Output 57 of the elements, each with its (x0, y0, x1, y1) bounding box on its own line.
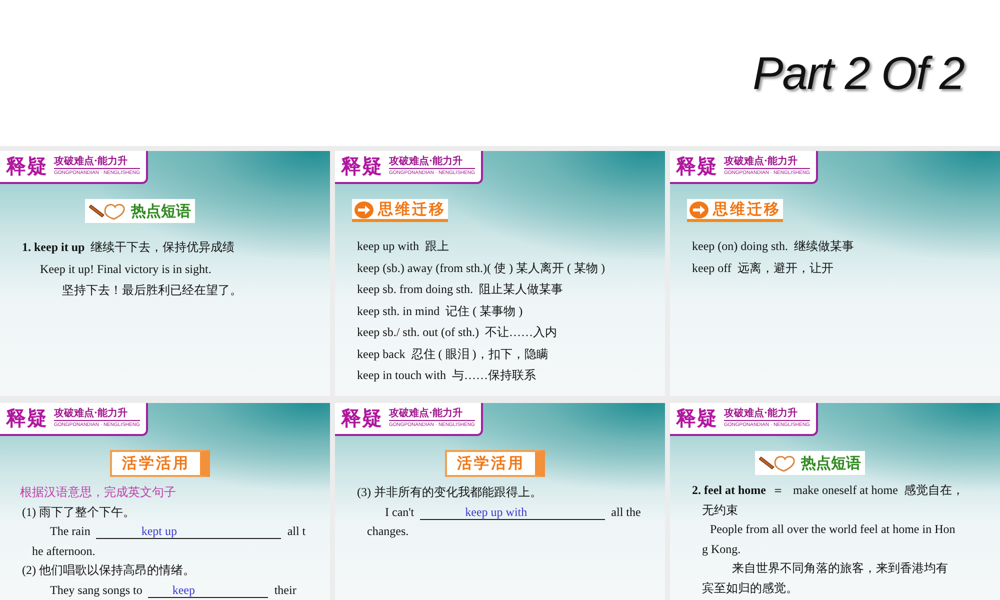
badge-subtitle: 攻破难点·能力升 (54, 156, 140, 168)
arrow-circle-icon (354, 200, 374, 218)
badge-title: 释疑 (341, 152, 383, 180)
section-heading: 思维迁移 (378, 200, 446, 219)
sentence-text: They sang songs to (50, 582, 142, 596)
sentence-text: I can't (385, 504, 414, 518)
slide-text: keep (sb.) away (from sth.)( 使 ) 某人离开 ( 某物 ) (356, 260, 606, 277)
badge-subtitle: 攻破难点·能力升 (724, 156, 810, 168)
sentence-text: The rain (50, 524, 90, 538)
sentence-text: all the (611, 504, 641, 518)
slide-text: keep up with 跟上 (356, 238, 450, 255)
section-heading: 活学活用 (457, 454, 525, 473)
slide-text: g Kong. (701, 540, 742, 558)
slide-text: keep off 远离，避开，让开 (691, 260, 834, 276)
page-title: Part 2 Of 2 (752, 46, 964, 100)
badge-title: 释疑 (341, 404, 383, 432)
slide-text: keep sb./ sth. out (of sth.) 不让……入内 (356, 324, 558, 341)
slide-text: 2. feel at home ＝ make oneself at home 感觉自在， (691, 482, 965, 499)
instruction-text: 根据汉语意思，完成英文句子 (19, 484, 177, 501)
slide-text: 无约束 (701, 502, 739, 518)
slide-text: Keep it up! Final victory is in sight. (39, 260, 212, 278)
section-heading: 活学活用 (122, 454, 190, 473)
pencil-heart-icon (759, 453, 797, 473)
slide-text: People from all over the world feel at home in Hon (709, 521, 956, 538)
arrow-circle-icon (689, 200, 709, 218)
section-heading: 思维迁移 (713, 200, 781, 219)
sentence-text: all t (287, 524, 306, 538)
answer-blank: keep (148, 584, 268, 598)
badge-title: 释疑 (676, 152, 718, 180)
slide-text: he afternoon. (31, 542, 96, 560)
slide-text: keep back 忍住 ( 眼泪 )，扣下，隐瞒 (356, 346, 550, 362)
answer-blank: kept up (96, 525, 282, 539)
slide-text: 宾至如归的感觉。 (701, 580, 799, 596)
badge-subtitle: 攻破难点·能力升 (54, 408, 140, 420)
slide-text: 1. keep it up 继续干下去，保持优异成绩 (21, 239, 236, 256)
slide-text: keep in touch with 与……保持联系 (356, 367, 537, 384)
section-heading: 热点短语 (131, 202, 191, 220)
badge-title: 释疑 (6, 404, 48, 432)
slide-text: (2) 他们唱歌以保持高昂的情绪。 (21, 562, 196, 579)
slide-text: keep sb. from doing sth. 阻止某人做某事 (356, 281, 564, 298)
badge-title: 释疑 (6, 152, 48, 180)
slide-text: 坚持下去！最后胜利已经在望了。 (61, 282, 243, 299)
badge-subtitle: 攻破难点·能力升 (389, 156, 475, 168)
sentence-text: their (274, 582, 296, 596)
badge-subtitle: 攻破难点·能力升 (724, 408, 810, 420)
slide-text: keep sth. in mind 记住 ( 某事物 ) (356, 302, 524, 320)
slide-text: changes. (366, 523, 410, 540)
slide-text: (3) 并非所有的变化我都能跟得上。 (356, 484, 543, 501)
pencil-heart-icon (89, 201, 127, 221)
slide-text: (1) 雨下了整个下午。 (21, 504, 136, 520)
section-heading: 热点短语 (801, 454, 861, 472)
badge-title: 释疑 (676, 404, 718, 432)
slide-text: 来自世界不同角落的旅客，来到香港均有 (731, 560, 949, 577)
slide-text: keep (on) doing sth. 继续做某事 (691, 238, 855, 255)
badge-subtitle: 攻破难点·能力升 (389, 408, 475, 420)
answer-blank: keep up with (420, 506, 606, 520)
slide-thumbnail[interactable] (335, 151, 665, 396)
